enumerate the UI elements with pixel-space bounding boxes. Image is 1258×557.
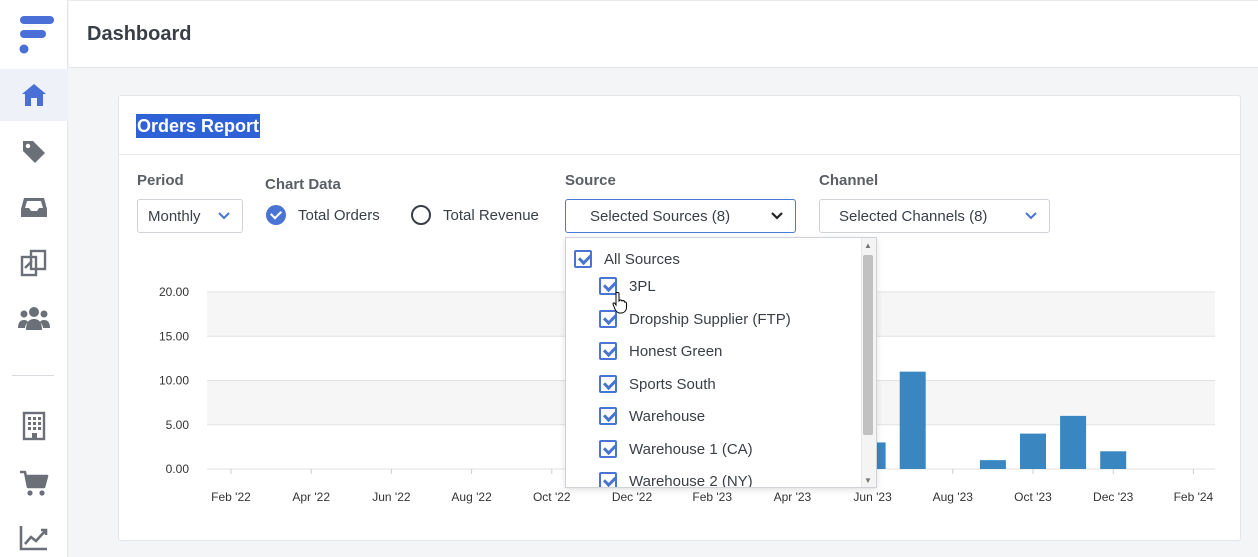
period-value: Monthly bbox=[148, 207, 201, 225]
app-logo[interactable] bbox=[16, 15, 56, 55]
home-icon bbox=[22, 84, 46, 106]
source-value: Selected Sources (8) bbox=[590, 207, 731, 225]
chevron-down-icon bbox=[1025, 212, 1037, 220]
checkbox-checked-icon bbox=[599, 375, 617, 393]
report-title: Orders Report bbox=[136, 114, 261, 138]
nav-company[interactable] bbox=[0, 400, 68, 452]
nav-divider bbox=[12, 375, 54, 376]
building-icon bbox=[22, 411, 46, 441]
chart-data-label: Chart Data bbox=[265, 176, 341, 193]
top-bar: Dashboard bbox=[69, 0, 1258, 68]
source-option-label: Warehouse 2 (NY) bbox=[629, 472, 753, 488]
hand-cursor-icon bbox=[612, 292, 627, 314]
checkbox-checked-icon bbox=[574, 250, 592, 268]
radio-total-orders-label: Total Orders bbox=[298, 206, 380, 224]
source-select[interactable]: Selected Sources (8) bbox=[565, 199, 796, 233]
checkbox-checked-icon bbox=[599, 407, 617, 425]
users-icon bbox=[18, 307, 50, 330]
nav-inbox[interactable] bbox=[0, 181, 68, 233]
source-option-label: Dropship Supplier (FTP) bbox=[629, 310, 791, 328]
radio-checked-icon bbox=[266, 205, 286, 225]
nav-orders[interactable] bbox=[0, 457, 68, 509]
nav-products[interactable] bbox=[0, 126, 68, 178]
source-option-label: 3PL bbox=[629, 277, 656, 295]
source-option-sports-south[interactable]: Sports South bbox=[599, 373, 716, 395]
card-header: Orders Report bbox=[119, 96, 1240, 155]
nav-customers[interactable] bbox=[0, 292, 68, 344]
dropdown-scrollbar[interactable]: ▲ ▼ bbox=[861, 238, 876, 487]
documents-icon bbox=[20, 249, 47, 277]
period-label: Period bbox=[137, 172, 184, 189]
chevron-down-icon bbox=[771, 212, 783, 220]
source-label: Source bbox=[565, 172, 616, 189]
trend-icon bbox=[19, 526, 48, 551]
nav-documents[interactable] bbox=[0, 237, 68, 289]
source-option-label: All Sources bbox=[604, 250, 680, 268]
source-option-label: Honest Green bbox=[629, 342, 723, 360]
scroll-thumb[interactable] bbox=[863, 255, 873, 435]
source-option-label: Warehouse bbox=[629, 407, 706, 425]
source-option-warehouse-2[interactable]: Warehouse 2 (NY) bbox=[599, 470, 753, 488]
checkbox-checked-icon bbox=[599, 472, 617, 487]
sidebar bbox=[0, 0, 68, 557]
scroll-up-icon[interactable]: ▲ bbox=[863, 241, 873, 251]
radio-unchecked-icon bbox=[411, 205, 431, 225]
channel-value: Selected Channels (8) bbox=[839, 207, 988, 225]
channel-label: Channel bbox=[819, 172, 879, 189]
chevron-down-icon bbox=[218, 212, 230, 220]
cart-icon bbox=[20, 470, 49, 496]
checkbox-checked-icon bbox=[599, 342, 617, 360]
radio-total-revenue[interactable]: Total Revenue bbox=[411, 205, 539, 225]
checkbox-checked-icon bbox=[599, 440, 617, 458]
tag-icon bbox=[23, 141, 45, 163]
page-title: Dashboard bbox=[87, 23, 192, 45]
source-option-label: Warehouse 1 (CA) bbox=[629, 440, 753, 458]
nav-reports[interactable] bbox=[0, 512, 68, 557]
source-option-label: Sports South bbox=[629, 375, 716, 393]
source-dropdown[interactable]: All Sources 3PL Dropship Supplier (FTP) … bbox=[565, 237, 877, 488]
radio-total-orders[interactable]: Total Orders bbox=[266, 205, 380, 225]
source-option-all[interactable]: All Sources bbox=[574, 248, 680, 270]
scroll-down-icon[interactable]: ▼ bbox=[863, 476, 873, 486]
source-option-honest-green[interactable]: Honest Green bbox=[599, 340, 722, 362]
inbox-icon bbox=[21, 198, 47, 217]
radio-total-revenue-label: Total Revenue bbox=[443, 206, 539, 224]
source-option-warehouse-1[interactable]: Warehouse 1 (CA) bbox=[599, 438, 753, 460]
source-option-warehouse[interactable]: Warehouse bbox=[599, 405, 705, 427]
channel-select[interactable]: Selected Channels (8) bbox=[819, 199, 1050, 233]
period-select[interactable]: Monthly bbox=[137, 199, 243, 233]
nav-home[interactable] bbox=[0, 69, 68, 121]
